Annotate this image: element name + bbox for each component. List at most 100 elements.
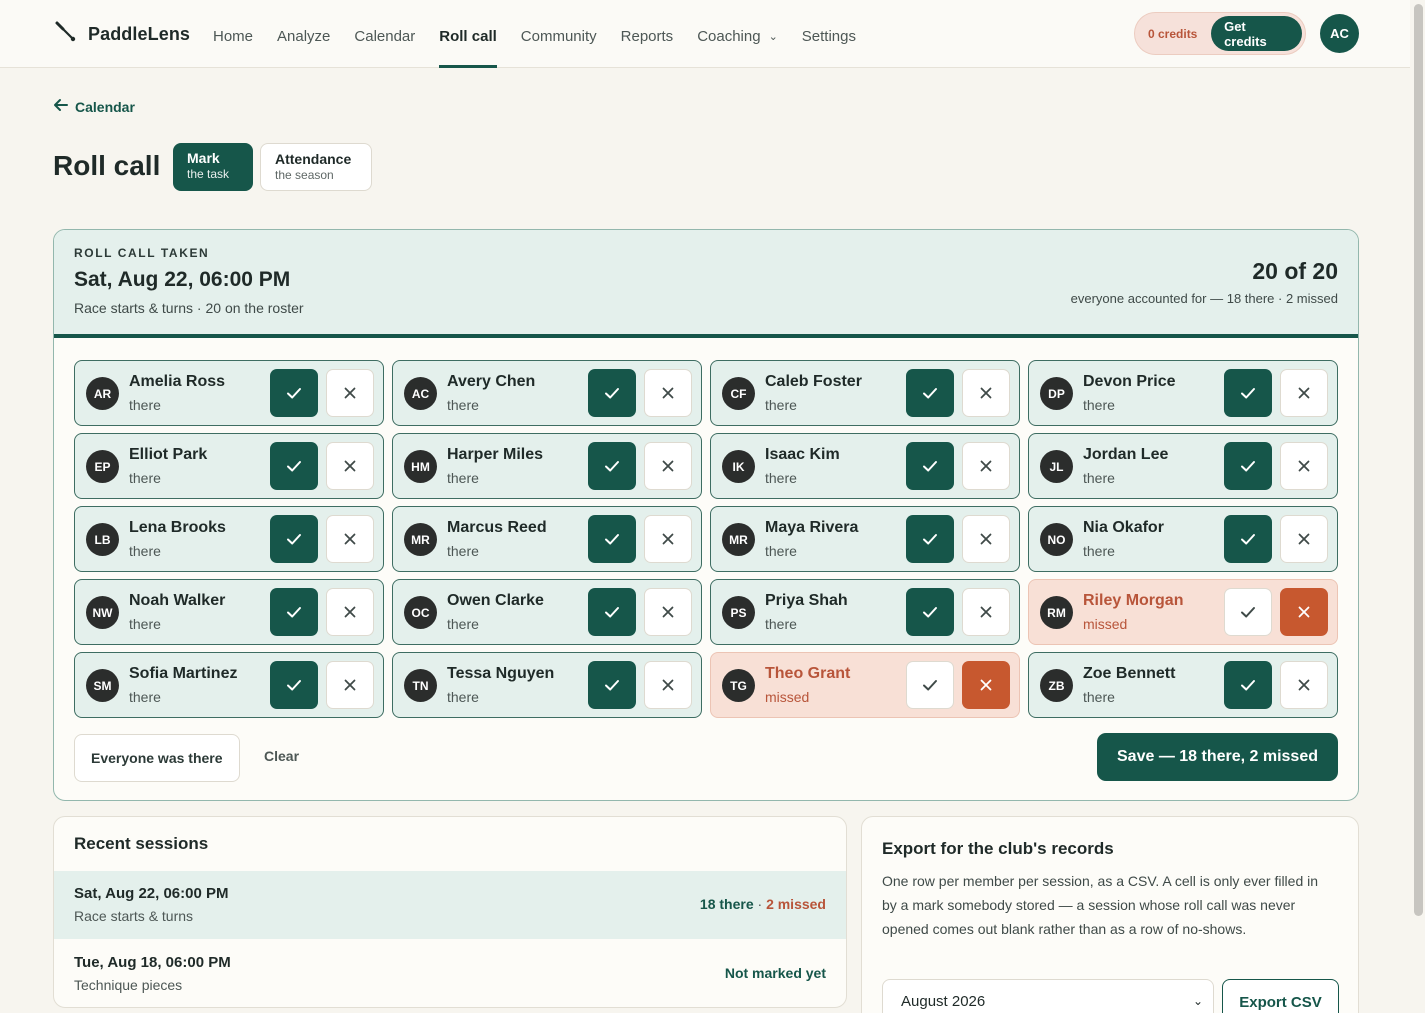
mark-missed-button[interactable] (644, 442, 692, 490)
recent-session-date: Tue, Aug 18, 06:00 PM (74, 954, 231, 971)
nav-coaching[interactable]: Coaching ⌄ (697, 0, 778, 68)
mark-missed-button[interactable] (644, 588, 692, 636)
member-avatar: AR (86, 377, 119, 410)
mark-missed-button[interactable] (962, 661, 1010, 709)
mark-there-button[interactable] (906, 442, 954, 490)
close-icon (977, 457, 995, 475)
mark-there-button[interactable] (270, 661, 318, 709)
export-csv-button[interactable]: Export CSV (1222, 979, 1339, 1013)
mark-there-button[interactable] (270, 442, 318, 490)
mark-missed-button[interactable] (326, 515, 374, 563)
page-title: Roll call (53, 150, 161, 181)
close-icon (977, 530, 995, 548)
recent-session-date: Sat, Aug 22, 06:00 PM (74, 885, 229, 902)
brand-name: PaddleLens (88, 24, 191, 44)
check-icon (285, 530, 303, 548)
mode-mark-tab[interactable]: Mark the task (173, 143, 253, 191)
check-icon (1239, 603, 1257, 621)
check-icon (285, 676, 303, 694)
member-card: MR Maya Rivera there (710, 506, 1020, 572)
mark-there-button[interactable] (588, 515, 636, 563)
mark-there-button[interactable] (906, 588, 954, 636)
mark-there-button[interactable] (270, 515, 318, 563)
member-name: Owen Clarke (447, 592, 544, 609)
brand[interactable]: PaddleLens (54, 20, 190, 49)
mark-missed-button[interactable] (644, 661, 692, 709)
mark-there-button[interactable] (1224, 588, 1272, 636)
mark-there-button[interactable] (906, 515, 954, 563)
nav-community[interactable]: Community (521, 0, 597, 68)
member-avatar: NW (86, 596, 119, 629)
nav-label: Settings (801, 27, 856, 45)
mark-missed-button[interactable] (962, 442, 1010, 490)
mark-there-button[interactable] (1224, 515, 1272, 563)
recent-session-row[interactable]: Sat, Aug 22, 06:00 PM Race starts & turn… (54, 871, 846, 939)
member-status: there (765, 543, 797, 559)
recent-session-sub: Race starts & turns (74, 908, 194, 924)
mark-there-button[interactable] (1224, 442, 1272, 490)
user-avatar[interactable]: AC (1320, 14, 1359, 53)
member-status: there (447, 470, 479, 486)
nav-home[interactable]: Home (213, 0, 253, 68)
month-select[interactable]: August 2026 ⌄ (882, 979, 1214, 1013)
clear-button[interactable]: Clear (264, 748, 299, 764)
back-to-calendar-link[interactable]: Calendar (53, 98, 135, 115)
session-tally-sub: everyone accounted for — 18 there · 2 mi… (1070, 291, 1338, 306)
session-header: ROLL CALL TAKEN Sat, Aug 22, 06:00 PM Ra… (54, 230, 1358, 338)
recent-session-summary: 18 there · 2 missed (700, 896, 826, 912)
mark-missed-button[interactable] (962, 369, 1010, 417)
member-name: Amelia Ross (129, 373, 226, 390)
close-icon (659, 603, 677, 621)
mark-there-button[interactable] (270, 369, 318, 417)
mark-there-button[interactable] (1224, 661, 1272, 709)
mark-missed-button[interactable] (1280, 442, 1328, 490)
session-tally: 20 of 20 (1252, 258, 1338, 284)
member-avatar: HM (404, 450, 437, 483)
mark-missed-button[interactable] (326, 442, 374, 490)
mark-there-button[interactable] (906, 661, 954, 709)
mark-there-button[interactable] (1224, 369, 1272, 417)
save-button[interactable]: Save — 18 there, 2 missed (1097, 733, 1338, 781)
mark-missed-button[interactable] (1280, 515, 1328, 563)
mark-there-button[interactable] (588, 661, 636, 709)
nav-analyze[interactable]: Analyze (277, 0, 330, 68)
mode-attendance-tab[interactable]: Attendance the season (260, 143, 372, 191)
member-card: EP Elliot Park there (74, 433, 384, 499)
mark-missed-button[interactable] (962, 515, 1010, 563)
mark-missed-button[interactable] (962, 588, 1010, 636)
mark-missed-button[interactable] (1280, 369, 1328, 417)
mark-missed-button[interactable] (644, 369, 692, 417)
nav-label: Home (213, 27, 254, 45)
mark-there-button[interactable] (588, 588, 636, 636)
nav-calendar[interactable]: Calendar (354, 0, 415, 68)
close-icon (341, 676, 359, 694)
recent-session-row[interactable]: Tue, Aug 18, 06:00 PM Technique pieces N… (54, 940, 846, 1007)
member-avatar: EP (86, 450, 119, 483)
get-credits-button[interactable]: Get credits (1211, 16, 1302, 51)
everyone-was-there-button[interactable]: Everyone was there (74, 734, 240, 782)
nav-roll-call[interactable]: Roll call (439, 0, 497, 68)
mark-missed-button[interactable] (326, 588, 374, 636)
member-name: Nia Okafor (1083, 519, 1164, 536)
mark-there-button[interactable] (906, 369, 954, 417)
close-icon (1295, 457, 1313, 475)
close-icon (659, 676, 677, 694)
page-scrollbar[interactable] (1414, 4, 1423, 916)
mark-there-button[interactable] (588, 442, 636, 490)
mark-there-button[interactable] (270, 588, 318, 636)
mark-missed-button[interactable] (1280, 588, 1328, 636)
mark-there-button[interactable] (588, 369, 636, 417)
close-icon (1295, 676, 1313, 694)
member-card: CF Caleb Foster there (710, 360, 1020, 426)
nav-settings[interactable]: Settings (802, 0, 856, 68)
nav-reports[interactable]: Reports (621, 0, 674, 68)
close-icon (977, 603, 995, 621)
check-icon (921, 530, 939, 548)
mark-missed-button[interactable] (326, 661, 374, 709)
top-navigation: PaddleLens Home Analyze Calendar Roll ca… (0, 0, 1410, 68)
mark-missed-button[interactable] (1280, 661, 1328, 709)
member-card: SM Sofia Martinez there (74, 652, 384, 718)
mark-missed-button[interactable] (644, 515, 692, 563)
mark-missed-button[interactable] (326, 369, 374, 417)
member-avatar: PS (722, 596, 755, 629)
